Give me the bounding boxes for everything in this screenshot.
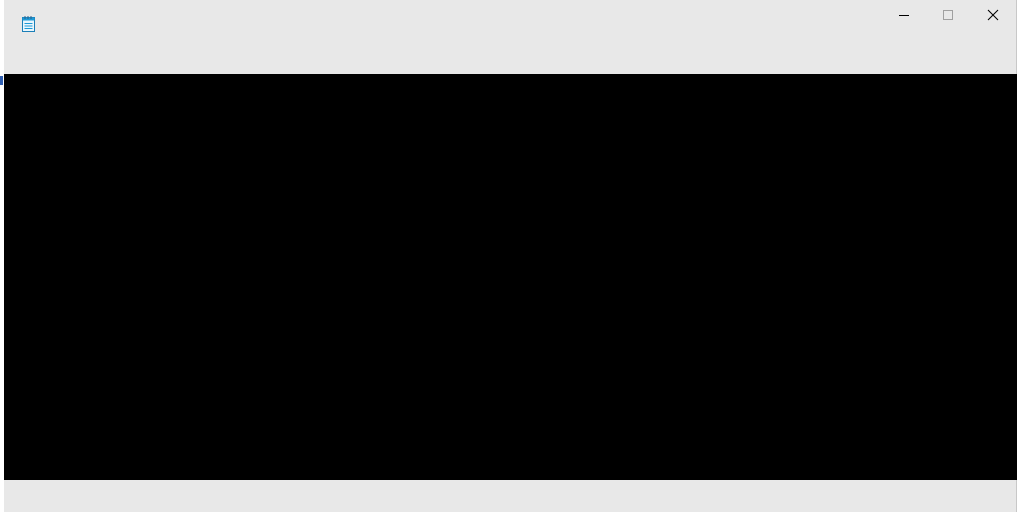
notepad-icon [21, 15, 37, 33]
close-button[interactable] [970, 0, 1015, 30]
app-window [4, 0, 1017, 512]
minimize-button[interactable] [881, 0, 926, 30]
status-bar [4, 480, 1016, 512]
minimize-icon [898, 10, 909, 20]
maximize-button[interactable] [925, 0, 970, 30]
close-icon [987, 9, 999, 21]
document-content-area[interactable] [4, 74, 1017, 480]
title-bar[interactable] [4, 0, 1016, 74]
desktop-edge-mark [0, 76, 3, 85]
maximize-icon [942, 10, 953, 20]
